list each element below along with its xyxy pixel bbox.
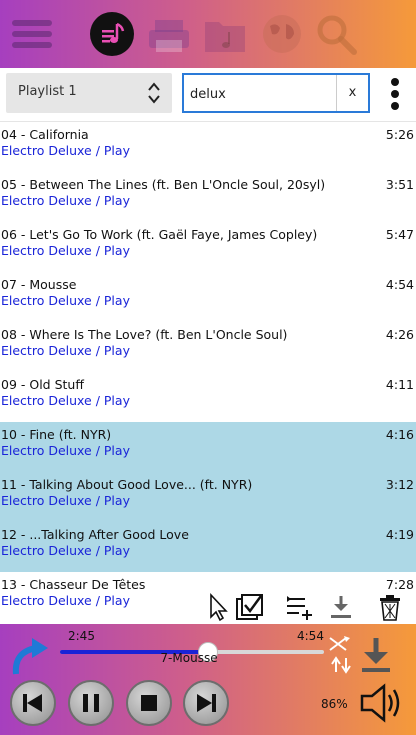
download-arrow-icon[interactable] — [360, 636, 392, 676]
track-row[interactable]: 09 - Old Stuff Electro Deluxe / Play 4:1… — [0, 372, 416, 422]
cursor-icon[interactable] — [204, 592, 234, 622]
player-panel: 2:45 4:54 7-Mousse 86% — [0, 624, 416, 735]
now-playing-title: 7-Mousse — [160, 651, 218, 665]
track-title: 13 - Chasseur De Têtes — [1, 577, 146, 592]
track-artist-link[interactable]: Electro Deluxe / Play — [1, 593, 130, 608]
playlist-selected-value: Playlist 1 — [18, 84, 77, 99]
skip-next-icon — [197, 694, 216, 712]
select-all-icon[interactable] — [235, 592, 265, 622]
total-time: 4:54 — [297, 629, 324, 643]
track-duration: 3:12 — [385, 477, 414, 492]
track-artist-link[interactable]: Electro Deluxe / Play — [1, 393, 130, 408]
track-title: 04 - California — [1, 127, 89, 142]
track-row[interactable]: 06 - Let's Go To Work (ft. Gaël Faye, Ja… — [0, 222, 416, 272]
trash-icon[interactable] — [375, 592, 405, 622]
track-artist-link[interactable]: Electro Deluxe / Play — [1, 293, 130, 308]
track-row[interactable]: 08 - Where Is The Love? (ft. Ben L'Oncle… — [0, 322, 416, 372]
volume-percent: 86% — [321, 697, 348, 711]
track-duration: 5:47 — [385, 227, 414, 242]
track-artist-link[interactable]: Electro Deluxe / Play — [1, 193, 130, 208]
volume-icon[interactable] — [358, 680, 406, 726]
search-field: x — [182, 73, 370, 113]
playlist-dropdown[interactable]: Playlist 1 — [6, 73, 172, 113]
printer-icon[interactable] — [147, 12, 191, 56]
search-icon[interactable] — [314, 12, 358, 56]
skip-previous-icon — [23, 694, 42, 712]
globe-icon[interactable] — [260, 12, 304, 56]
menu-icon[interactable] — [10, 12, 54, 56]
playlist-controls: Playlist 1 x — [0, 68, 416, 120]
track-artist-link[interactable]: Electro Deluxe / Play — [1, 543, 130, 558]
track-duration: 5:26 — [385, 127, 414, 142]
music-note-icon[interactable] — [90, 12, 134, 56]
track-row-selected[interactable]: 12 - ...Talking After Good Love Electro … — [0, 522, 416, 572]
track-artist-link[interactable]: Electro Deluxe / Play — [1, 443, 130, 458]
pause-button[interactable] — [68, 680, 114, 726]
track-title: 08 - Where Is The Love? (ft. Ben L'Oncle… — [1, 327, 288, 342]
track-title: 07 - Mousse — [1, 277, 77, 292]
track-artist-link[interactable]: Electro Deluxe / Play — [1, 343, 130, 358]
track-row-selected[interactable]: 10 - Fine (ft. NYR) Electro Deluxe / Pla… — [0, 422, 416, 472]
track-row[interactable]: 07 - Mousse Electro Deluxe / Play 4:54 — [0, 272, 416, 322]
track-duration: 4:11 — [385, 377, 414, 392]
track-title: 12 - ...Talking After Good Love — [1, 527, 189, 542]
track-artist-link[interactable]: Electro Deluxe / Play — [1, 143, 130, 158]
add-to-queue-icon[interactable] — [285, 592, 315, 622]
current-time: 2:45 — [68, 629, 95, 643]
track-duration: 7:28 — [385, 577, 414, 592]
track-duration: 4:26 — [385, 327, 414, 342]
next-button[interactable] — [183, 680, 229, 726]
track-title: 06 - Let's Go To Work (ft. Gaël Faye, Ja… — [1, 227, 318, 242]
download-icon[interactable] — [326, 592, 356, 622]
track-row-selected[interactable]: 11 - Talking About Good Love... (ft. NYR… — [0, 472, 416, 522]
chevron-updown-icon — [148, 82, 160, 104]
track-duration: 4:54 — [385, 277, 414, 292]
track-title: 10 - Fine (ft. NYR) — [1, 427, 112, 442]
shuffle-icon[interactable] — [328, 634, 354, 676]
repeat-arrow-icon[interactable] — [8, 632, 54, 678]
track-title: 09 - Old Stuff — [1, 377, 84, 392]
track-duration: 3:51 — [385, 177, 414, 192]
track-duration: 4:19 — [385, 527, 414, 542]
track-row[interactable]: 04 - California Electro Deluxe / Play 5:… — [0, 122, 416, 172]
previous-button[interactable] — [10, 680, 56, 726]
selection-actions-toolbar — [200, 592, 416, 624]
track-title: 11 - Talking About Good Love... (ft. NYR… — [1, 477, 253, 492]
track-duration: 4:16 — [385, 427, 414, 442]
track-artist-link[interactable]: Electro Deluxe / Play — [1, 493, 130, 508]
music-folder-icon[interactable] — [203, 12, 247, 56]
track-artist-link[interactable]: Electro Deluxe / Play — [1, 243, 130, 258]
more-options-icon[interactable] — [388, 78, 402, 110]
pause-icon — [83, 694, 99, 712]
clear-search-button[interactable]: x — [336, 75, 368, 111]
track-title: 05 - Between The Lines (ft. Ben L'Oncle … — [1, 177, 326, 192]
stop-button[interactable] — [126, 680, 172, 726]
track-list[interactable]: 04 - California Electro Deluxe / Play 5:… — [0, 121, 416, 609]
top-toolbar — [0, 0, 416, 68]
search-input[interactable] — [190, 83, 336, 105]
stop-icon — [141, 695, 157, 711]
track-row[interactable]: 05 - Between The Lines (ft. Ben L'Oncle … — [0, 172, 416, 222]
